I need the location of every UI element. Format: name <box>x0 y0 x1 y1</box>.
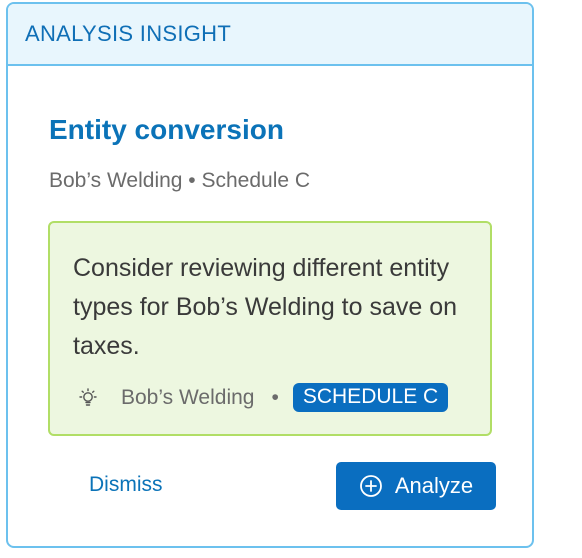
card-header-title: ANALYSIS INSIGHT <box>25 21 232 46</box>
meta-separator: • <box>271 385 279 409</box>
dismiss-link[interactable]: Dismiss <box>89 473 163 497</box>
analysis-insight-card: ANALYSIS INSIGHT Entity conversion Bob’s… <box>6 2 534 548</box>
analyze-button-label: Analyze <box>394 473 474 498</box>
schedule-badge: SCHEDULE C <box>292 383 449 412</box>
insight-message: Consider reviewing different entity type… <box>73 254 458 360</box>
analyze-button[interactable]: Analyze <box>336 462 496 510</box>
insight-meta-row: Bob’s Welding • SCHEDULE C <box>77 383 449 412</box>
plus-circle-icon <box>359 474 383 498</box>
insight-title: Entity conversion <box>49 114 284 145</box>
insight-message-box: Consider reviewing different entity type… <box>48 221 492 436</box>
meta-entity-name: Bob’s Welding <box>121 385 255 409</box>
card-header: ANALYSIS INSIGHT <box>8 4 532 66</box>
insight-subtitle: Bob’s Welding • Schedule C <box>49 169 311 192</box>
lightbulb-icon <box>77 387 99 409</box>
